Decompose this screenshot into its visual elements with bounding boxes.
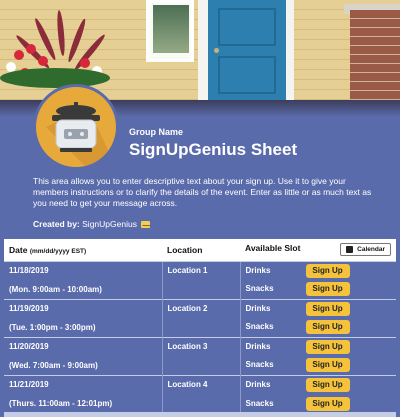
slot-name: Drinks	[245, 379, 271, 389]
table-row: 11/21/2019 Location 4 Drinks Sign Up	[4, 374, 396, 413]
created-by: Created by: SignUpGenius	[33, 219, 151, 229]
slot-cell: Drinks Sign Up	[239, 336, 396, 356]
slot-name: Snacks	[245, 360, 274, 370]
row-location: Location 3	[161, 336, 240, 375]
sign-up-button[interactable]: Sign Up	[305, 339, 350, 354]
sign-up-button[interactable]: Sign Up	[305, 358, 350, 373]
slot-name: Snacks	[245, 398, 274, 408]
row-time: (Tue. 1:00pm - 3:00pm)	[9, 322, 96, 332]
house-window	[146, 0, 194, 62]
front-door	[208, 0, 286, 104]
row-time: (Mon. 9:00am - 10:00am)	[9, 284, 102, 294]
slot-name: Snacks	[245, 322, 274, 332]
row-location: Location 4	[161, 374, 240, 413]
mail-icon[interactable]	[141, 221, 151, 229]
slot-cell: Snacks Sign Up	[239, 356, 396, 375]
sign-up-button[interactable]: Sign Up	[305, 301, 350, 316]
slot-cell: Drinks Sign Up	[239, 260, 396, 280]
row-time: (Thurs. 11:00am - 12:01pm)	[9, 399, 113, 408]
slow-cooker-icon	[33, 84, 119, 170]
created-by-name: SignUpGenius	[82, 219, 137, 229]
table-header-row: Date (mm/dd/yyyy EST) Location Available…	[4, 239, 396, 261]
slot-cell: Snacks Sign Up	[239, 318, 396, 337]
slot-name: Drinks	[245, 265, 271, 275]
slot-name: Drinks	[245, 341, 271, 351]
calendar-button[interactable]: Calendar	[340, 243, 391, 257]
table-row: 11/19/2019 Location 2 Drinks Sign Up	[4, 298, 396, 337]
row-date: 11/20/2019	[4, 336, 162, 356]
sign-up-button[interactable]: Sign Up	[305, 320, 350, 335]
sign-up-button[interactable]: Sign Up	[305, 377, 350, 392]
column-header-slot: Available Slot Calendar	[240, 239, 396, 261]
slot-cell: Snacks Sign Up	[239, 394, 396, 413]
row-date: 11/19/2019	[4, 298, 162, 318]
column-header-location: Location	[167, 244, 203, 255]
table-row: 11/18/2019 Location 1 Drinks Sign Up	[4, 260, 396, 299]
sign-up-button[interactable]: Sign Up	[305, 263, 350, 278]
row-date: 11/21/2019	[4, 374, 162, 394]
table-footer-line	[4, 412, 396, 417]
group-name-label: Group Name	[129, 127, 184, 137]
row-location: Location 1	[161, 260, 240, 299]
sign-up-button[interactable]: Sign Up	[305, 282, 350, 297]
slot-name: Snacks	[245, 284, 274, 294]
row-time: (Wed. 7:00am - 9:00am)	[9, 360, 98, 370]
sign-up-description: This area allows you to enter descriptiv…	[33, 176, 372, 208]
column-header-date: Date (mm/dd/yyyy EST)	[9, 244, 87, 255]
date-format-hint: (mm/dd/yyyy EST)	[29, 247, 87, 255]
table-row: 11/20/2019 Location 3 Drinks Sign Up	[4, 336, 396, 375]
row-location: Location 2	[161, 298, 240, 337]
created-by-label: Created by:	[33, 219, 80, 229]
slot-cell: Snacks Sign Up	[239, 280, 396, 299]
signup-table: Date (mm/dd/yyyy EST) Location Available…	[4, 239, 396, 413]
row-date: 11/18/2019	[4, 260, 162, 280]
calendar-icon	[346, 246, 354, 254]
slot-cell: Drinks Sign Up	[239, 298, 396, 318]
slot-cell: Drinks Sign Up	[239, 374, 396, 394]
slot-name: Drinks	[245, 303, 271, 313]
page-title: SignUpGenius Sheet	[129, 140, 298, 159]
sign-up-button[interactable]: Sign Up	[305, 396, 350, 411]
